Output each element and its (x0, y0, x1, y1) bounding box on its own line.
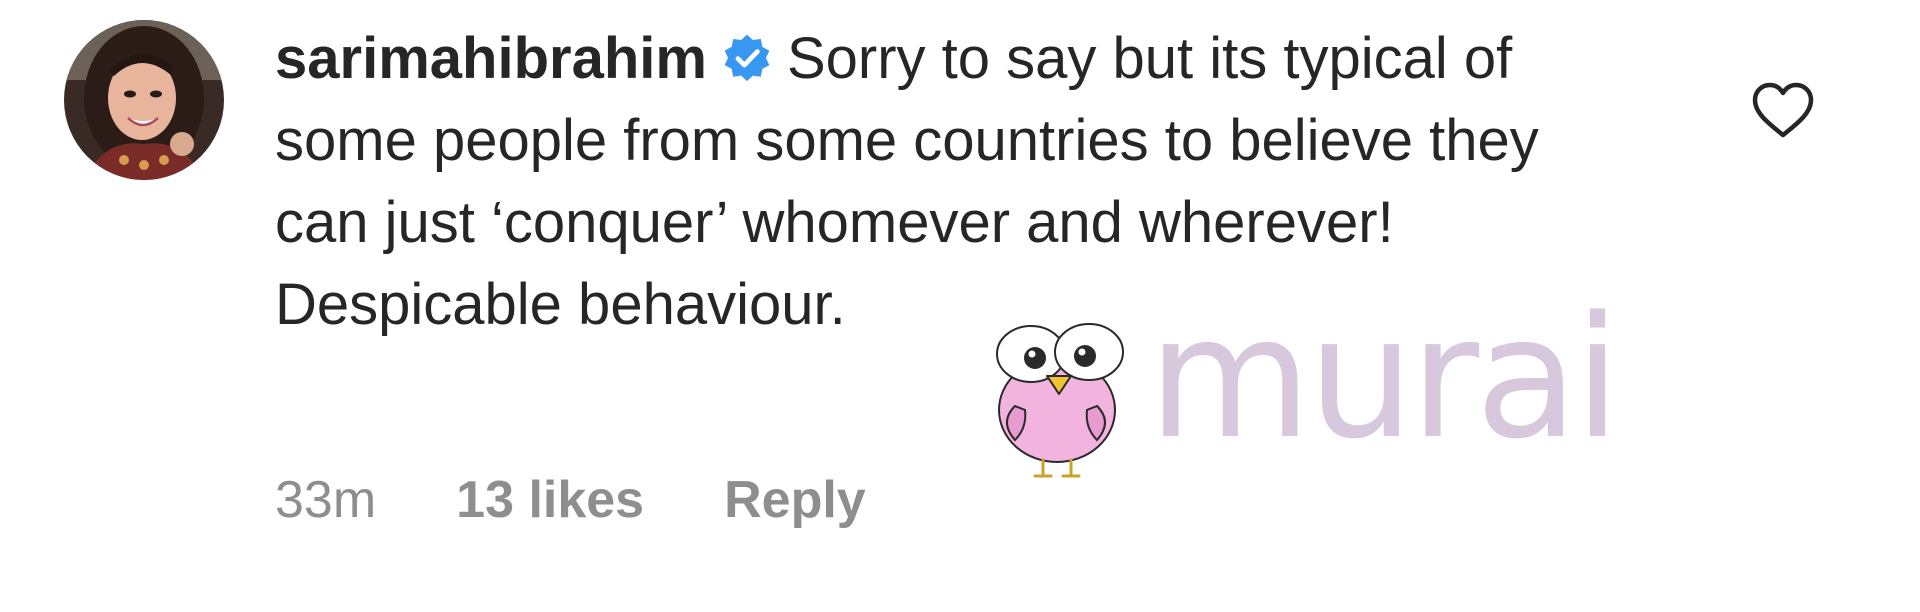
heart-outline-icon[interactable] (1750, 80, 1816, 140)
avatar-image (64, 20, 224, 180)
likes-count-button[interactable]: 13 likes (456, 471, 644, 529)
comment-timestamp: 33m (275, 471, 377, 529)
comment-meta: 33m 13 likes Reply (275, 470, 946, 530)
verified-badge-icon (721, 32, 773, 84)
reply-button[interactable]: Reply (724, 471, 866, 529)
username[interactable]: sarimahibrahim (275, 26, 707, 91)
avatar[interactable] (64, 20, 224, 180)
cartoon-bird-icon (996, 323, 1124, 478)
watermark-text: murai (1148, 280, 1621, 476)
watermark: murai (985, 288, 1655, 480)
